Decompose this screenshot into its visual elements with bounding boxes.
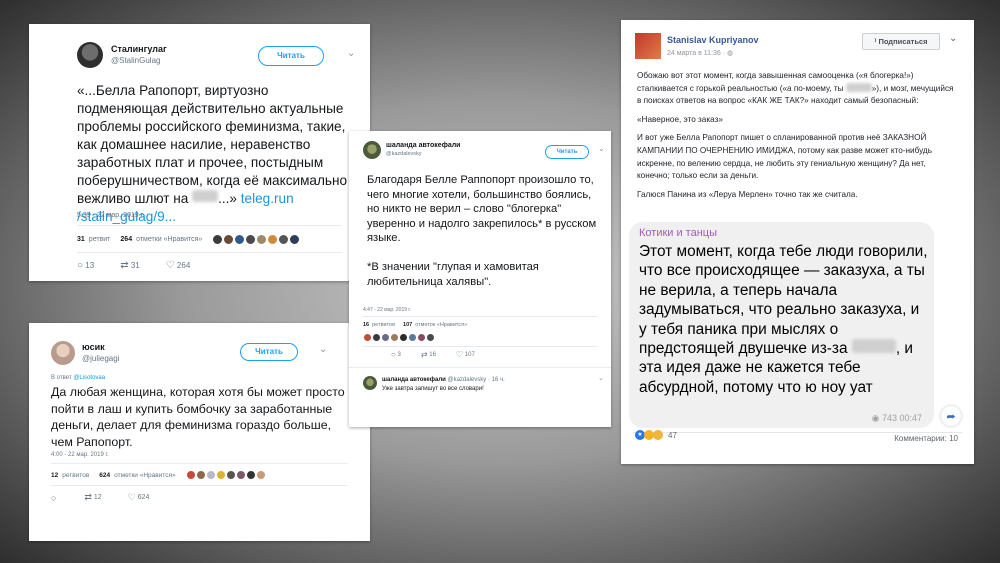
retweet-icon: ⇄: [120, 260, 129, 271]
author-name[interactable]: Stanislav Kupriyanov: [667, 34, 759, 47]
chevron-down-icon[interactable]: ⌄: [598, 144, 605, 153]
retweet-button[interactable]: ⇄ 12: [84, 492, 101, 503]
retweet-icon: ⇄: [84, 492, 92, 502]
post-paragraph-3: И вот уже Белла Рапопорт пишет о спланир…: [637, 133, 932, 181]
reply-button[interactable]: ○ 13: [77, 260, 94, 271]
chevron-down-icon[interactable]: ⌄: [347, 48, 355, 59]
avatar[interactable]: [51, 341, 75, 365]
tweet-actions: ○ ⇄ 12 ♡ 624: [51, 492, 149, 503]
post-paragraph-2: «Наверное, это заказ»: [637, 114, 723, 124]
timestamp[interactable]: 5:39 - 22 мар. 2019 г.: [77, 212, 144, 219]
avatar[interactable]: [363, 376, 377, 390]
like-button[interactable]: ♡ 624: [128, 492, 150, 503]
globe-icon: ◍: [727, 50, 734, 57]
like-button[interactable]: ♡ 107: [456, 350, 475, 359]
avatar[interactable]: [635, 33, 661, 59]
post-paragraph-4: Галюся Панина из «Леруа Мерлен» точно та…: [637, 189, 858, 199]
liker-avatars[interactable]: [363, 333, 435, 342]
heart-icon: ♡: [127, 492, 136, 502]
author-name[interactable]: шаланда автокефали: [386, 141, 460, 150]
follow-button[interactable]: Читать: [545, 145, 589, 159]
chevron-down-icon[interactable]: ⌄: [319, 344, 327, 355]
tweet-text: Благодаря Белле Раппопорт произошло то, …: [367, 174, 597, 288]
quoted-message-text: Этот момент, когда тебе люди говорили, ч…: [639, 243, 928, 396]
reply-text: Уже завтра запишут во все словари!: [382, 386, 484, 392]
chevron-down-icon[interactable]: ⌄: [949, 33, 957, 44]
chevron-down-icon[interactable]: ⌄: [598, 374, 604, 382]
eye-icon: ◉: [871, 413, 880, 423]
avatar[interactable]: [363, 141, 381, 159]
heart-icon: ♡: [455, 350, 464, 359]
censored-word: x: [192, 190, 219, 202]
reply-button[interactable]: ○: [51, 492, 58, 503]
reply-icon: ○: [51, 492, 57, 503]
tweet-card-yusik: юсик @juliegagi Читать ⌄ В ответ @Lisoto…: [29, 323, 370, 541]
retweet-button[interactable]: ⇄ 16: [421, 350, 436, 359]
tweet-card-shalanda: шаланда автокефали @kazdalevsky Читать ⌄…: [349, 131, 611, 427]
rss-icon: ⁾: [874, 37, 877, 46]
reactions[interactable]: ★ 47: [635, 430, 677, 440]
retweet-button[interactable]: ⇄ 31: [120, 260, 140, 271]
view-count: ◉ 743 00:47: [871, 413, 922, 423]
reply-button[interactable]: ○ 3: [391, 350, 401, 359]
subscribe-button[interactable]: ⁾ Подписаться: [862, 33, 940, 50]
facebook-post-card: Stanislav Kupriyanov 24 марта в 11:36 · …: [621, 20, 974, 464]
engagement-stats: 16 ретвитов 107 отметок «Нравится»: [363, 322, 468, 328]
liker-avatars[interactable]: [185, 470, 266, 480]
reply-icon: ○: [391, 350, 396, 359]
tweet-actions: ○ 13 ⇄ 31 ♡ 264: [77, 260, 190, 271]
reply-icon: ○: [77, 260, 84, 271]
tweet-text: «...Белла Рапопорт, виртуозно подменяюща…: [77, 83, 348, 224]
reply-author-handle[interactable]: @kazdalevsky · 16 ч.: [448, 377, 505, 383]
quoted-message-bubble: Котики и танцы Этот момент, когда тебе л…: [629, 222, 934, 428]
channel-name[interactable]: Котики и танцы: [639, 227, 717, 239]
engagement-stats: 12 ретвитов 624 отметки «Нравится»: [51, 470, 266, 480]
follow-button[interactable]: Читать: [240, 343, 298, 361]
censored-word: x: [851, 339, 896, 354]
post-paragraph-1: Обожаю вот этот момент, когда завышенная…: [637, 71, 954, 106]
liker-avatars[interactable]: [212, 234, 301, 245]
post-text: Обожаю вот этот момент, когда завышенная…: [637, 70, 959, 201]
author-name[interactable]: юсик: [82, 341, 119, 353]
author-handle[interactable]: @kazdalevsky: [386, 150, 460, 159]
tweet-actions: ○ 3 ⇄ 16 ♡ 107: [391, 350, 475, 359]
timestamp[interactable]: 4:47 - 22 мар. 2019 г.: [363, 307, 411, 313]
author-name[interactable]: Сталингулаг: [111, 43, 167, 55]
tweet-text: Да любая женщина, которая хотя бы может …: [51, 385, 345, 449]
reply-author-name[interactable]: шаланда автокефали: [382, 377, 446, 383]
author-handle[interactable]: @StalinGulag: [111, 55, 167, 67]
comments-count[interactable]: Комментарии: 10: [894, 434, 958, 443]
censored-word: x: [845, 82, 872, 92]
avatar[interactable]: [77, 42, 103, 68]
reply-tweet[interactable]: шаланда автокефали @kazdalevsky · 16 ч. …: [363, 376, 505, 394]
heart-icon: ♡: [165, 260, 175, 271]
wow-reaction-icon: [653, 430, 663, 440]
like-button[interactable]: ♡ 264: [166, 260, 191, 271]
reply-to-line: В ответ @Lisotovaa: [51, 375, 106, 381]
follow-button[interactable]: Читать: [258, 46, 324, 66]
share-icon[interactable]: ➦: [941, 406, 961, 426]
tweet-card-stalingulag: Сталингулаг @StalinGulag Читать ⌄ «...Бе…: [29, 24, 370, 281]
retweet-icon: ⇄: [420, 350, 428, 359]
post-date[interactable]: 24 марта в 11:36 · ◍: [667, 47, 759, 60]
reply-to-handle[interactable]: @Lisotovaa: [73, 375, 105, 381]
engagement-stats: 31 ретвит 264 отметки «Нравится»: [77, 234, 301, 245]
author-handle[interactable]: @juliegagi: [82, 353, 119, 365]
timestamp[interactable]: 4:00 - 22 мар. 2019 г.: [51, 452, 109, 458]
